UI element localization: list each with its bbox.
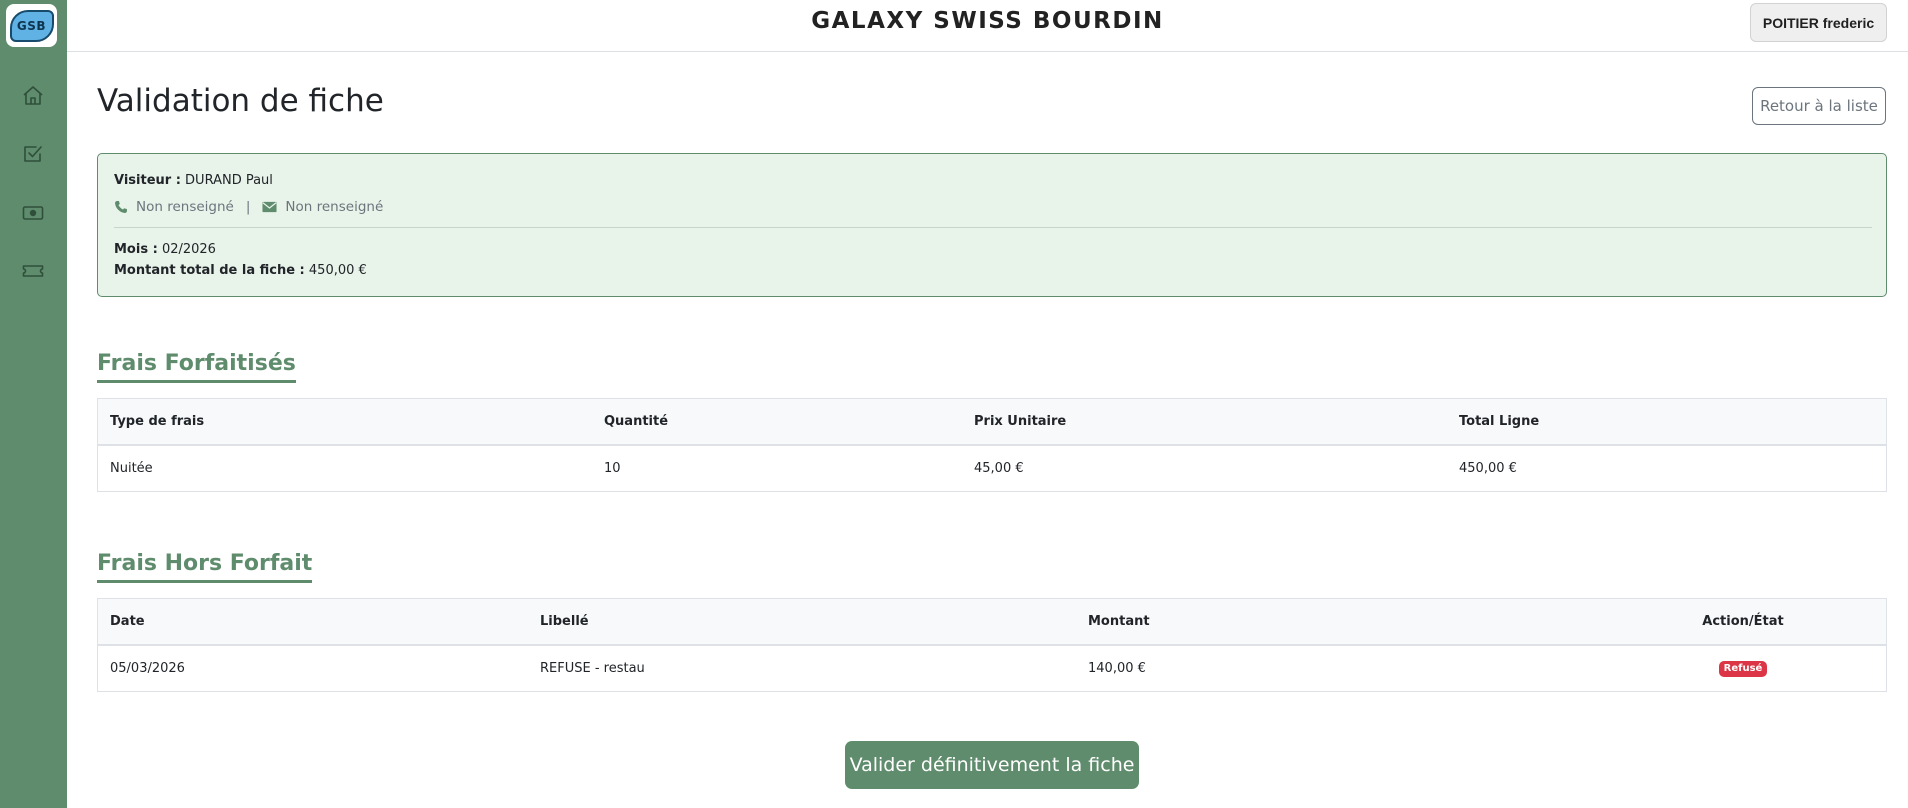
table-row: Nuitée 10 45,00 € 450,00 € (98, 446, 1886, 491)
info-divider (114, 227, 1872, 228)
user-menu-button[interactable]: POITIER frederic (1750, 3, 1887, 42)
contact-line: Non renseigné | Non renseigné (114, 199, 383, 215)
month-line: Mois : 02/2026 (114, 242, 216, 257)
cell-date: 05/03/2026 (110, 661, 185, 676)
total-label: Montant total de la fiche : (114, 263, 305, 278)
table-row: 05/03/2026 REFUSE - restau 140,00 € Refu… (98, 646, 1886, 691)
column-header: Date (110, 614, 145, 629)
phone-value: Non renseigné (136, 199, 234, 215)
column-header: Montant (1088, 614, 1150, 629)
cell-etat: Refusé (1618, 646, 1868, 691)
email-value: Non renseigné (285, 199, 384, 215)
column-header: Prix Unitaire (974, 414, 1067, 429)
visitor-info-card: Visiteur : DURAND Paul Non renseigné | N… (97, 153, 1887, 297)
section-title-hors-forfait: Frais Hors Forfait (97, 551, 313, 583)
cell-montant: 140,00 € (1088, 661, 1146, 676)
table-frais-forfaitises: Type de frais Quantité Prix Unitaire Tot… (97, 398, 1887, 492)
column-header: Type de frais (110, 414, 205, 429)
cell-type: Nuitée (110, 461, 153, 476)
back-to-list-button[interactable]: Retour à la liste (1752, 87, 1886, 125)
sidebar: GSB (0, 0, 67, 808)
table-frais-hors-forfait: Date Libellé Montant Action/État 05/03/2… (97, 598, 1887, 692)
envelope-icon (262, 201, 277, 213)
month-value: 02/2026 (161, 242, 216, 257)
cell-unit-price: 45,00 € (974, 461, 1024, 476)
column-header: Quantité (604, 414, 669, 429)
table-header: Type de frais Quantité Prix Unitaire Tot… (98, 399, 1886, 446)
visitor-line: Visiteur : DURAND Paul (114, 173, 273, 188)
cell-line-total: 450,00 € (1459, 461, 1517, 476)
section-title-forfaitises: Frais Forfaitisés (97, 351, 296, 383)
total-line: Montant total de la fiche : 450,00 € (114, 263, 367, 278)
visitor-name: DURAND Paul (185, 173, 273, 188)
table-header: Date Libellé Montant Action/État (98, 599, 1886, 646)
month-label: Mois : (114, 242, 158, 257)
brand-title: GALAXY SWISS BOURDIN (811, 8, 1164, 34)
gsb-logo[interactable]: GSB (6, 4, 57, 47)
phone-icon (115, 201, 127, 213)
page-title: Validation de fiche (97, 83, 384, 119)
cell-quantity: 10 (604, 461, 621, 476)
logo-badge: GSB (9, 9, 54, 42)
column-header: Total Ligne (1459, 414, 1540, 429)
cell-libelle: REFUSE - restau (540, 661, 645, 676)
contact-separator: | (245, 199, 251, 215)
total-value: 450,00 € (308, 263, 367, 278)
checkbox-icon[interactable] (21, 142, 45, 166)
ticket-icon[interactable] (21, 259, 45, 283)
top-bar: GALAXY SWISS BOURDIN POITIER frederic (67, 0, 1908, 52)
column-header: Action/État (1702, 614, 1784, 629)
visitor-label: Visiteur : (114, 173, 181, 188)
column-header: Libellé (540, 614, 589, 629)
status-badge: Refusé (1718, 660, 1768, 677)
money-icon[interactable] (21, 201, 45, 225)
home-icon[interactable] (21, 84, 45, 108)
validate-sheet-button[interactable]: Valider définitivement la fiche (845, 741, 1139, 789)
